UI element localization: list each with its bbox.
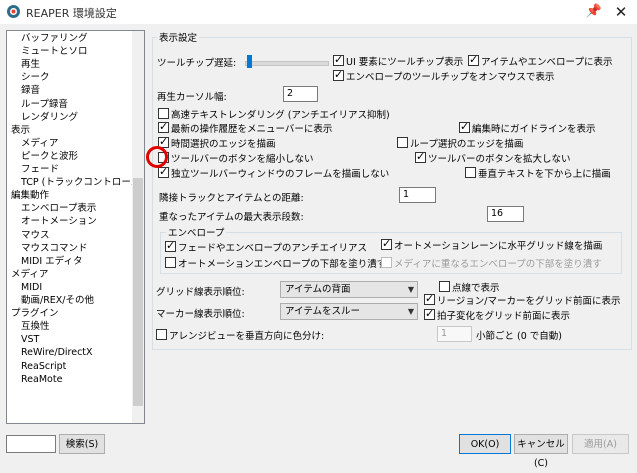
tree-item[interactable]: MIDI (21, 281, 42, 294)
env-antialias-label: フェードやエンベロープのアンチエイリアス (178, 243, 368, 254)
hq-text-checkbox[interactable] (158, 108, 169, 119)
env-tooltip-mouseover-checkbox[interactable] (333, 68, 344, 81)
enlarge-toolbar-checkbox[interactable] (415, 150, 426, 163)
tree-item[interactable]: VST (21, 333, 39, 346)
automation-gridlines-label: オートメーションレーンに水平グリッド線を描画 (394, 241, 603, 252)
no-toolbar-frame-label: 独立ツールバーウィンドウのフレームを描画しない (171, 169, 390, 180)
dotted-checkbox[interactable] (439, 281, 450, 292)
no-toolbar-frame-checkbox[interactable] (158, 165, 169, 178)
tree-item[interactable]: 動画/REX/その他 (21, 294, 94, 307)
tree-scrollbar-thumb[interactable] (133, 178, 143, 406)
marker-order-label: マーカー線表示順位: (156, 309, 245, 320)
loop-sel-edges-label: ループ選択のエッジを描画 (410, 139, 524, 150)
env-antialias-checkbox[interactable] (165, 239, 176, 252)
automation-gridlines-checkbox[interactable] (381, 237, 392, 250)
ok-button[interactable]: OK(O) (459, 434, 511, 454)
tree-item[interactable]: オートメーション (21, 215, 97, 228)
fill-media-env-checkbox[interactable] (381, 257, 392, 268)
grid-order-value: アイテムの背面 (285, 284, 351, 295)
tree-item[interactable]: マウスコマンド (21, 242, 88, 255)
measures-suffix: 小節ごと (0 で自動) (476, 331, 562, 342)
tree-item[interactable]: バッファリング (21, 32, 88, 45)
tree-item[interactable]: 再生 (21, 58, 40, 71)
max-overlap-input[interactable]: 16 (487, 206, 524, 222)
tree-item[interactable]: マウス (21, 229, 50, 242)
ui-tooltip-checkbox[interactable] (333, 53, 344, 66)
apply-button[interactable]: 適用(A) (572, 434, 629, 454)
tree-item[interactable]: ピークと波形 (21, 150, 78, 163)
tree-item[interactable]: ReaMote (21, 373, 62, 386)
cancel-button[interactable]: キャンセル(C) (514, 434, 568, 469)
display-settings-title: 表示設定 (157, 30, 200, 44)
time-sel-edges-label: 時間選択のエッジを描画 (171, 139, 276, 150)
item-env-tooltip-label: アイテムやエンベロープに表示 (481, 57, 613, 68)
recent-undo-label: 最新の操作履歴をメニューバーに表示 (171, 124, 333, 135)
tree-item[interactable]: ミュートとソロ (21, 45, 88, 58)
max-overlap-label: 重なったアイテムの最大表示段数: (159, 212, 304, 223)
env-tooltip-mouseover-label: エンベロープのツールチップをオンマウスで表示 (346, 72, 555, 83)
tree-item[interactable]: TCP (トラックコントロール) (21, 176, 144, 189)
grid-order-label: グリッド線表示順位: (156, 287, 245, 298)
grid-order-select[interactable]: アイテムの背面 ▼ (280, 281, 418, 298)
marker-order-select[interactable]: アイテムをスルー ▼ (280, 303, 418, 320)
adjacent-gap-label: 隣接トラックとアイテムとの距離: (159, 193, 304, 204)
tooltip-delay-label: ツールチップ遅延: (157, 58, 237, 69)
edit-guides-label: 編集時にガイドラインを表示 (472, 124, 596, 135)
item-env-tooltip-checkbox[interactable] (468, 53, 479, 66)
vertical-text-label: 垂直テキストを下から上に描画 (478, 169, 611, 180)
window-title: REAPER 環境設定 (26, 7, 117, 20)
tree-item[interactable]: ReWire/DirectX (21, 346, 93, 359)
tooltip-delay-slider-track[interactable] (245, 61, 329, 66)
edit-guides-checkbox[interactable] (459, 120, 470, 133)
adjacent-gap-input[interactable]: 1 (399, 187, 436, 203)
time-sig-front-checkbox[interactable] (424, 307, 435, 320)
tree-item[interactable]: MIDI エディタ (21, 255, 82, 268)
tree-item[interactable]: メディア (11, 268, 48, 281)
arrange-vertical-checkbox[interactable] (156, 329, 167, 340)
highlight-circle (146, 146, 168, 168)
region-marker-front-checkbox[interactable] (424, 292, 435, 305)
tree-item[interactable]: エンベロープ表示 (21, 202, 96, 215)
tree-item[interactable]: 録音 (21, 84, 40, 97)
cursor-width-label: 再生カーソル幅: (157, 92, 227, 103)
shrink-toolbar-label: ツールバーのボタンを縮小しない (171, 154, 314, 165)
region-marker-front-label: リージョン/マーカーをグリッド前面に表示 (437, 296, 621, 307)
tree-item[interactable]: プラグイン (11, 307, 59, 320)
tree-item[interactable]: レンダリング (21, 111, 78, 124)
arrange-vertical-label: アレンジビューを垂直方向に色分け: (169, 331, 325, 342)
tree-item[interactable]: 表示 (11, 124, 30, 137)
category-tree[interactable]: バッファリング ミュートとソロ 再生 シーク 録音 ループ録音 レンダリング 表示 メディア ピー… (6, 30, 145, 424)
fill-automation-label: オートメーションエンベロープの下部を塗り潰す (178, 259, 387, 270)
enlarge-toolbar-label: ツールバーのボタンを拡大しない (428, 154, 571, 165)
tree-item[interactable]: シーク (21, 71, 50, 84)
tree-item[interactable]: 互換性 (21, 320, 50, 333)
chevron-down-icon: ▼ (407, 307, 414, 316)
loop-sel-edges-checkbox[interactable] (397, 137, 408, 148)
tree-item[interactable]: メディア (21, 137, 58, 150)
hq-text-label: 高速テキストレンダリング (アンチエイリアス抑制) (171, 110, 390, 121)
vertical-text-checkbox[interactable] (465, 167, 476, 178)
reaper-logo-icon (7, 5, 20, 18)
tooltip-delay-slider-thumb[interactable] (246, 55, 252, 68)
dotted-label: 点線で表示 (452, 283, 500, 294)
chevron-down-icon: ▼ (407, 285, 414, 294)
search-button[interactable]: 検索(S) (59, 434, 105, 454)
time-sig-front-label: 拍子変化をグリッド前面に表示 (437, 311, 571, 322)
fill-media-env-label: メディアに重なるエンベロープの下部を塗り潰す (394, 259, 602, 270)
cursor-width-input[interactable]: 2 (283, 86, 318, 102)
tree-item[interactable]: ループ録音 (21, 98, 68, 111)
marker-order-value: アイテムをスルー (285, 306, 361, 317)
ui-tooltip-label: UI 要素にツールチップ表示 (346, 57, 464, 68)
recent-undo-checkbox[interactable] (158, 120, 169, 133)
pin-icon[interactable]: 📌 (582, 2, 606, 22)
fill-automation-checkbox[interactable] (165, 257, 176, 268)
measures-input[interactable]: 1 (437, 326, 472, 342)
search-input[interactable] (6, 435, 56, 453)
close-button[interactable]: ✕ (608, 2, 634, 22)
envelope-group-title: エンベロープ (166, 225, 227, 239)
tree-item[interactable]: フェード (21, 163, 59, 176)
tree-item[interactable]: ReaScript (21, 360, 66, 373)
tree-item[interactable]: 編集動作 (11, 189, 49, 202)
